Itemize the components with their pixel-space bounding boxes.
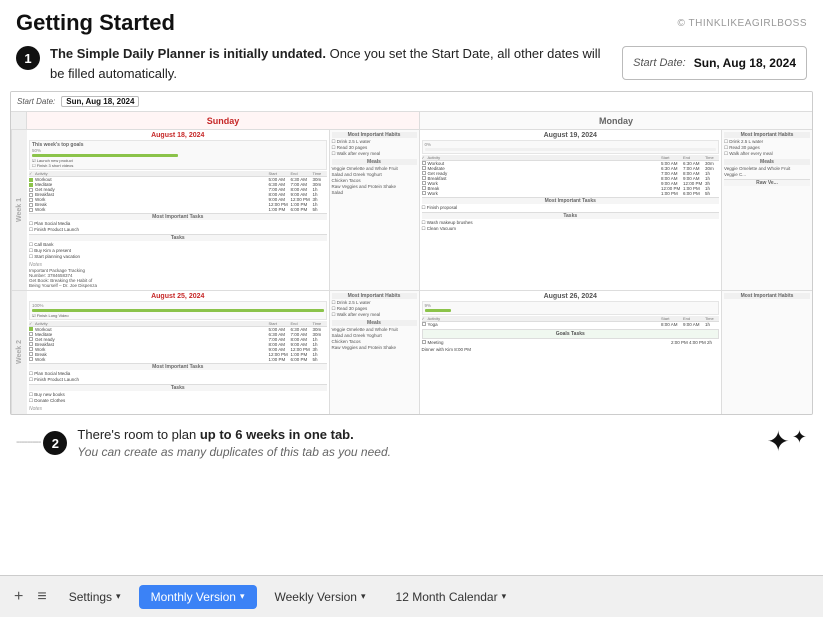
instruction-2-text1: There's room to plan [77,427,199,442]
w1-sun-tasks: ☐ Plan Social Media ☐ Finish Product Lau… [29,221,327,233]
week-1-monday: August 19, 2024 0% ✓ Activity Start End … [420,130,723,290]
week-2-sunday: August 25, 2024 100% ☑ Finish Long Video… [27,291,330,414]
planner-start-value: Sun, Aug 18, 2024 [61,96,139,107]
w1-sun-habits: Most Important Habits ☐ Drink 2.5 L wate… [330,130,420,290]
monday-header: Monday [420,112,812,129]
page-title: Getting Started [16,10,175,36]
week-2-monday: August 26, 2024 9% ✓ Activity Start End … [420,291,723,414]
w1-sun-goals: This week's top goals 50% ☑ Launch new p… [29,140,327,170]
settings-tab[interactable]: Settings ▾ [57,585,133,609]
w2-sun-habits: Most Important Habits ☐ Drink 2.5 L wate… [330,291,420,414]
footer-toolbar: + ≡ Settings ▾ Monthly Version ▾ Weekly … [0,575,823,617]
instruction-1-text: The Simple Daily Planner is initially un… [50,44,612,83]
w2-mon-habits: Most Important Habits [722,291,812,414]
instruction-2-italic: You can create as many duplicates of thi… [77,445,391,459]
sunday-header: Sunday [27,112,420,129]
w1-sun-schedule: Workout5:00 AM6:30 AM30m Meditate6:30 AM… [29,177,327,212]
week-label-spacer [11,112,27,129]
planner-top-bar: Start Date: Sun, Aug 18, 2024 [11,92,812,112]
page-header: Getting Started © THINKLIKEAGIRLBOSS [0,0,823,44]
planner-day-headers: Sunday Monday [11,112,812,130]
w1-mon-habits: Most Important Habits ☐ Drink 2.5 L wate… [722,130,812,290]
monthly-tab-arrow: ▾ [240,591,245,602]
instruction-1-block: 1 The Simple Daily Planner is initially … [0,44,823,91]
instruction-2-bold: up to 6 weeks in one tab. [200,427,354,442]
week-1-row: Week 1 August 18, 2024 This week's top g… [11,130,812,291]
start-date-value: Sun, Aug 18, 2024 [694,56,796,70]
week-2-label: Week 2 [11,291,27,414]
sparkle-icon: ✦✦ [766,428,807,456]
weekly-tab-arrow: ▾ [361,591,366,602]
instruction-1-bold: The Simple Daily Planner is initially un… [50,46,326,61]
week-1-label: Week 1 [11,130,27,290]
calendar-tab-arrow: ▾ [502,591,507,602]
sched-row: Work1:00 PM6:00 PM5h [29,207,327,212]
planner-preview: Start Date: Sun, Aug 18, 2024 Sunday Mon… [10,91,813,415]
calendar-tab[interactable]: 12 Month Calendar ▾ [384,585,519,609]
w1-sun-tasks-header: Most Important Tasks [29,213,327,220]
copyright-text: © THINKLIKEAGIRLBOSS [678,18,807,29]
add-sheet-button[interactable]: + [10,588,27,606]
week-2-row: Week 2 August 25, 2024 100% ☑ Finish Lon… [11,291,812,414]
w1-mon-goals: 0% [422,140,720,154]
dashed-line: - - - - - - - - - [16,436,39,448]
start-date-display: Start Date: Sun, Aug 18, 2024 [622,46,807,80]
monthly-tab-label: Monthly Version [151,590,236,604]
week-1-sunday: August 18, 2024 This week's top goals 50… [27,130,330,290]
badge-1: 1 [16,46,40,70]
sheet-menu-button[interactable]: ≡ [33,588,50,606]
instruction-2-block: - - - - - - - - - 2 There's room to plan… [0,419,823,459]
w1-sun-date: August 18, 2024 [29,132,327,139]
goal-bar [32,154,178,157]
calendar-tab-label: 12 Month Calendar [396,590,498,604]
instruction-2-left: - - - - - - - - - 2 There's room to plan… [16,425,391,459]
w1-mon-schedule: Workout5:00 AM6:30 AM30m Meditate6:30 AM… [422,161,720,196]
weekly-version-tab[interactable]: Weekly Version ▾ [263,585,378,609]
monthly-version-tab[interactable]: Monthly Version ▾ [139,585,257,609]
weekly-tab-label: Weekly Version [275,590,357,604]
start-date-label: Start Date: [633,57,686,69]
settings-tab-arrow: ▾ [116,591,121,602]
planner-start-label: Start Date: [17,97,55,106]
badge-2: 2 [43,431,67,455]
w1-mon-date: August 19, 2024 [422,132,720,139]
settings-tab-label: Settings [69,590,112,604]
instruction-2-text: There's room to plan up to 6 weeks in on… [77,425,391,459]
